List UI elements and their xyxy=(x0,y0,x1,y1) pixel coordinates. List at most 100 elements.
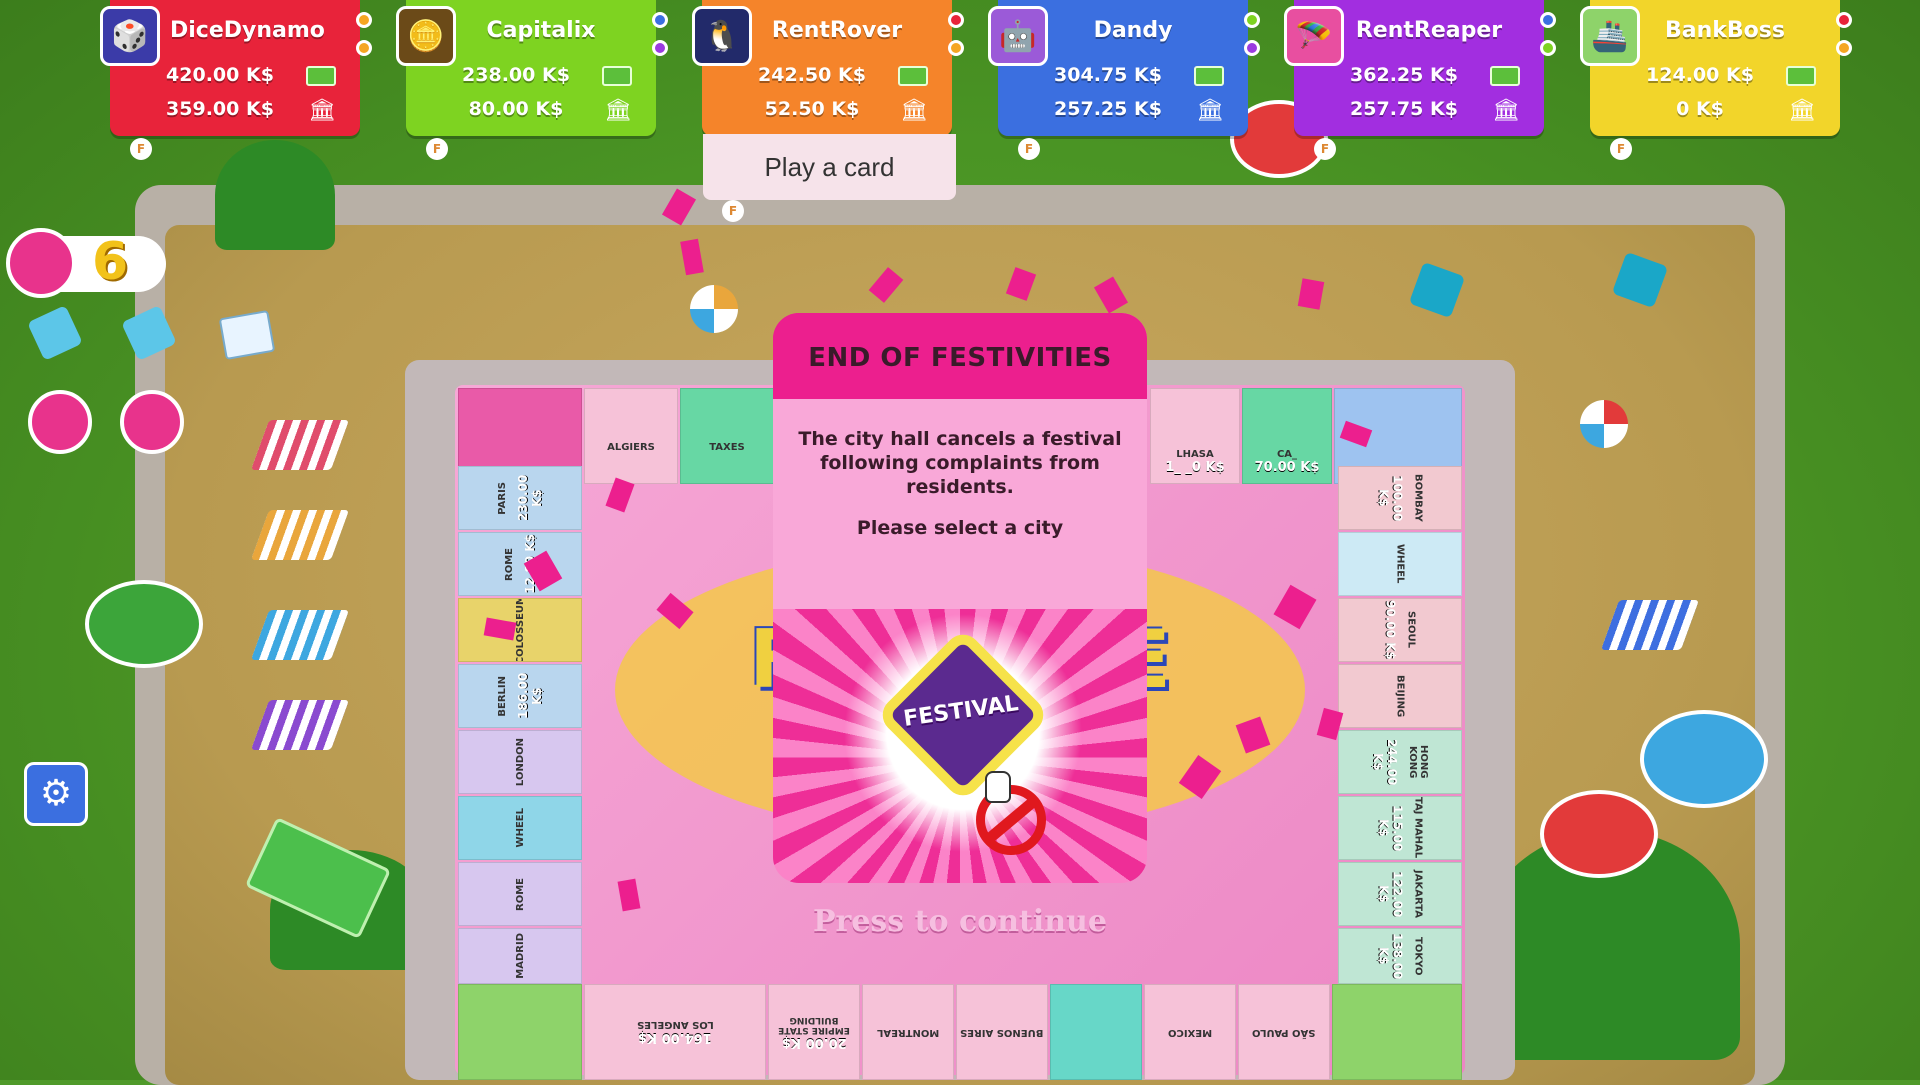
tile-price: 164.00 K$ xyxy=(638,1030,712,1045)
player-status-dots xyxy=(1836,12,1852,68)
board-tile-wheel[interactable]: WHEEL xyxy=(1338,532,1462,596)
board-tile-jakarta[interactable]: 122.00 K$ JAKARTA xyxy=(1338,862,1462,926)
tile-price: 138.00 K$ xyxy=(1376,932,1405,980)
tile-price: 100.00 K$ xyxy=(1376,474,1405,522)
penguin-avatar-icon: 🐧 xyxy=(692,6,752,66)
board-tile-hong-kong[interactable]: 244.00 K$ HONG KONG xyxy=(1338,730,1462,794)
tile-label: BUENOS AIRES xyxy=(960,1026,1044,1038)
player-bank: 359.00 K$ xyxy=(166,98,274,120)
board-tile-bombay[interactable]: 100.00 K$ BOMBAY xyxy=(1338,466,1462,530)
bank-icon: 🏛 xyxy=(900,98,928,123)
board-tile-berlin[interactable]: BERLIN 186.00 K$ xyxy=(458,664,582,728)
festival-badge-icon: F xyxy=(722,200,744,222)
cash-icon xyxy=(602,66,632,86)
tile-label: CA_ xyxy=(1276,449,1298,460)
player-name: Dandy xyxy=(1093,18,1173,43)
play-card-button[interactable]: Play a card xyxy=(703,134,956,200)
board-tile-colosseum[interactable]: COLOSSEUM xyxy=(458,598,582,662)
player-bank: 80.00 K$ xyxy=(468,98,564,120)
tile-price: 115.00 K$ xyxy=(1376,804,1405,852)
tile-label: HONG KONG xyxy=(1407,745,1429,779)
festival-badge-icon: F xyxy=(1314,138,1336,160)
tile-label: TAXES xyxy=(709,442,745,453)
player-panel-bankboss: 🚢 BankBoss 124.00 K$ 0 K$ 🏛 F xyxy=(1580,0,1852,160)
city-bonus-button[interactable] xyxy=(28,390,92,454)
board-tile-beijing[interactable]: BEIJING xyxy=(1338,664,1462,728)
robot-avatar-icon: 🤖 xyxy=(988,6,1048,66)
board-corner-tile[interactable] xyxy=(1332,984,1462,1080)
press-to-continue[interactable]: Press to continue xyxy=(760,904,1160,939)
board-corner-tile[interactable] xyxy=(458,984,582,1080)
board-tile-ca[interactable]: CA_ 70.00 K$ xyxy=(1242,388,1332,484)
dice-count: 6 xyxy=(92,232,129,292)
player-cash: 238.00 K$ xyxy=(462,64,570,86)
player-bank: 257.75 K$ xyxy=(1350,98,1458,120)
mail-icon[interactable] xyxy=(218,309,276,361)
player-cash: 420.00 K$ xyxy=(166,64,274,86)
board-tile-chance[interactable] xyxy=(1050,984,1142,1080)
tile-price: 70.00 K$ xyxy=(1254,460,1320,475)
status-dot xyxy=(652,40,668,56)
status-dot xyxy=(1540,40,1556,56)
board-tile-taxes[interactable]: TAXES xyxy=(680,388,774,484)
event-card-prompt: Please select a city xyxy=(856,517,1064,539)
event-card: END OF FESTIVITIES The city hall cancels… xyxy=(773,313,1147,883)
status-dot xyxy=(1836,12,1852,28)
board-tile-seoul[interactable]: 90.00 K$ SEOUL xyxy=(1338,598,1462,662)
tile-label: JAKARTA xyxy=(1412,870,1424,918)
tile-label: TOKYO xyxy=(1412,936,1424,976)
board-tile-sao-paulo[interactable]: SÃO PAULO xyxy=(1238,984,1330,1080)
event-card-description: The city hall cancels a festival followi… xyxy=(798,428,1122,498)
tile-label: LONDON xyxy=(514,737,526,787)
board-tile-madrid[interactable]: MADRID xyxy=(458,928,582,984)
tile-label: COLOSSEUM xyxy=(514,598,526,662)
status-dot xyxy=(948,12,964,28)
status-dot xyxy=(1836,40,1852,56)
player-bank: 257.25 K$ xyxy=(1054,98,1162,120)
cash-icon xyxy=(1786,66,1816,86)
board-tile-los-angeles[interactable]: LOS ANGELES 164.00 K$ xyxy=(584,984,766,1080)
tile-label: WHEEL xyxy=(514,808,526,848)
board-tile-lhasa[interactable]: LHASA 1_ _0 K$ xyxy=(1150,388,1240,484)
board-tile-tokyo[interactable]: 138.00 K$ TOKYO xyxy=(1338,928,1462,984)
cash-icon xyxy=(306,66,336,86)
beach-umbrella xyxy=(1640,710,1768,808)
festival-badge-icon: F xyxy=(1018,138,1040,160)
festival-bonus-button[interactable] xyxy=(120,390,184,454)
board-tile-london[interactable]: LONDON xyxy=(458,730,582,794)
board-tile-montreal[interactable]: MONTREAL xyxy=(862,984,954,1080)
settings-gear-icon[interactable]: ⚙ xyxy=(24,762,88,826)
player-name: Capitalix xyxy=(486,18,596,43)
event-card-title: END OF FESTIVITIES xyxy=(808,343,1112,373)
palm-tree xyxy=(215,140,335,250)
glider-avatar-icon: 🪂 xyxy=(1284,6,1344,66)
tile-price: 244.00 K$ xyxy=(1371,738,1399,786)
status-dot xyxy=(1244,12,1260,28)
board-tile-taj-mahal[interactable]: 115.00 K$ TAJ MAHAL xyxy=(1338,796,1462,860)
tile-label: MONTREAL xyxy=(876,1026,940,1038)
player-bank: 52.50 K$ xyxy=(764,98,860,120)
event-card-body: The city hall cancels a festival followi… xyxy=(773,399,1147,609)
board-tile-rome[interactable]: ROME 12.80 K$ xyxy=(458,532,582,596)
tile-label: BEIJING xyxy=(1394,674,1406,718)
tile-label: SÃO PAULO xyxy=(1252,1026,1316,1038)
dice-roll-icon[interactable] xyxy=(6,228,76,298)
tile-price: 230.00 K$ xyxy=(515,474,544,522)
board-tile-wheel[interactable]: WHEEL xyxy=(458,796,582,860)
board-tile-mexico[interactable]: MEXICO xyxy=(1144,984,1236,1080)
coins-avatar-icon: 🪙 xyxy=(396,6,456,66)
board-tile-buenos-aires[interactable]: BUENOS AIRES xyxy=(956,984,1048,1080)
hand-cursor-icon xyxy=(985,771,1011,803)
board-tile-algiers[interactable]: ALGIERS xyxy=(584,388,678,484)
board-tile-empire-state[interactable]: EMPIRE STATE BUILDING 20.00 K$ xyxy=(768,984,860,1080)
tile-label: EMPIRE STATE BUILDING xyxy=(778,1014,850,1035)
status-dot xyxy=(356,40,372,56)
tile-price: 122.00 K$ xyxy=(1376,870,1405,918)
board-tile-paris[interactable]: PARIS 230.00 K$ xyxy=(458,466,582,530)
player-name: RentRover xyxy=(771,18,903,43)
board-tile-rome[interactable]: ROME xyxy=(458,862,582,926)
status-dot xyxy=(1244,40,1260,56)
bank-icon: 🏛 xyxy=(308,98,336,123)
tile-price: 1_ _0 K$ xyxy=(1165,460,1225,475)
dice-avatar-icon: 🎲 xyxy=(100,6,160,66)
